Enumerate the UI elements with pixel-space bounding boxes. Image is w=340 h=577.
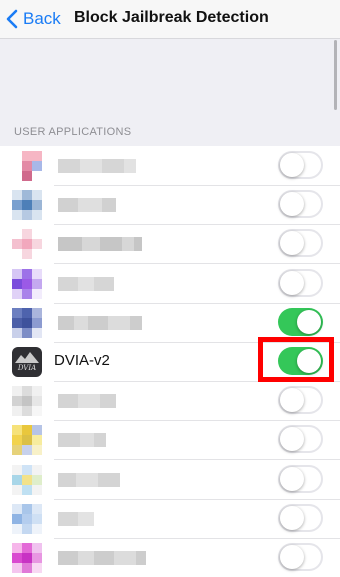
toggle-knob — [280, 505, 304, 530]
block-toggle-switch[interactable] — [278, 425, 323, 454]
toggle-knob — [280, 231, 304, 256]
app-name-redacted — [58, 159, 136, 173]
toggle-knob — [280, 270, 304, 295]
app-name-redacted — [58, 551, 146, 565]
app-icon — [12, 543, 42, 573]
app-name-redacted — [58, 433, 106, 448]
app-row — [0, 185, 340, 226]
app-row — [0, 460, 340, 500]
dvia-app-icon: DVIA — [12, 347, 42, 377]
block-toggle-switch[interactable] — [278, 543, 323, 571]
app-name-redacted — [58, 394, 116, 409]
app-row — [0, 224, 340, 265]
app-name-redacted — [58, 472, 120, 487]
navigation-bar: Back Block Jailbreak Detection — [0, 0, 340, 39]
block-toggle-switch[interactable] — [278, 229, 323, 258]
app-icon — [12, 268, 42, 299]
app-icon — [12, 229, 42, 260]
toggle-knob — [280, 466, 304, 491]
app-row — [0, 146, 340, 186]
chevron-left-icon — [6, 9, 18, 29]
toggle-knob — [280, 545, 304, 569]
block-toggle-switch[interactable] — [278, 503, 323, 532]
app-name: DVIA-v2 — [54, 352, 110, 369]
app-icon — [12, 425, 42, 456]
app-row — [0, 420, 340, 461]
block-toggle-switch[interactable] — [278, 464, 323, 493]
page-title: Block Jailbreak Detection — [74, 9, 269, 26]
app-icon — [12, 151, 42, 181]
block-toggle-switch[interactable] — [278, 386, 323, 415]
block-toggle-switch[interactable] — [278, 190, 323, 219]
app-name-redacted — [58, 315, 142, 330]
app-name-redacted — [58, 198, 116, 213]
app-row — [0, 264, 340, 304]
block-toggle-switch[interactable] — [278, 307, 323, 336]
app-icon — [12, 190, 42, 221]
back-button[interactable]: Back — [6, 8, 61, 30]
app-icon — [12, 307, 42, 338]
section-header: USER APPLICATIONS — [14, 126, 132, 138]
highlight-annotation — [258, 337, 334, 382]
toggle-knob — [280, 427, 304, 452]
block-toggle-switch[interactable] — [278, 268, 323, 297]
app-icon-text: DVIA — [17, 364, 37, 372]
toggle-knob — [280, 388, 304, 413]
scrollbar[interactable] — [334, 40, 337, 110]
app-name-redacted — [58, 276, 114, 291]
toggle-knob — [297, 309, 321, 334]
back-button-label: Back — [23, 9, 61, 28]
app-name-redacted — [58, 511, 94, 526]
app-icon — [12, 503, 42, 534]
toggle-knob — [280, 153, 304, 177]
app-row — [0, 381, 340, 422]
app-name-redacted — [58, 237, 142, 252]
app-row — [0, 499, 340, 539]
app-icon — [12, 386, 42, 417]
app-icon — [12, 464, 42, 495]
toggle-knob — [280, 192, 304, 217]
app-row — [0, 538, 340, 577]
block-toggle-switch[interactable] — [278, 151, 323, 179]
